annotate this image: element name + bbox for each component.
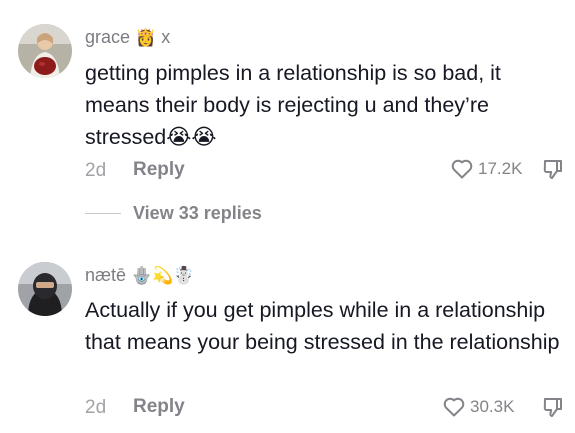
view-replies-text[interactable]: View 33 replies [133,203,262,224]
like-button[interactable]: 30.3K [442,395,514,419]
heart-icon [443,397,465,417]
reply-button[interactable]: Reply [133,159,185,181]
username[interactable]: grace 👸 x [85,27,170,48]
reply-button[interactable]: Reply [133,396,185,418]
username[interactable]: nætē 🪬💫☃️ [85,265,195,286]
comment-2: nætē 🪬💫☃️ Actually if you get pimples wh… [0,240,575,433]
dislike-button[interactable] [541,395,565,424]
like-button[interactable]: 17.2K [450,157,522,181]
username-text: grace [85,27,131,47]
comment-1: grace 👸 x getting pimples in a relations… [0,0,575,240]
avatar[interactable] [18,24,72,78]
username-emoji-icons: 🪬💫☃️ [131,266,195,286]
comment-age: 2d [85,160,107,181]
comment-text: getting pimples in a relationship is so … [85,61,501,149]
princess-emoji-icon: 👸 [135,28,157,48]
username-text: nætē [85,265,127,285]
heart-icon [451,159,473,179]
dislike-button[interactable] [541,157,565,186]
comment-age: 2d [85,397,107,418]
dislike-icon [543,160,562,179]
replies-divider [85,213,121,214]
view-replies[interactable]: View 33 replies [85,203,262,224]
avatar-image [18,24,72,78]
like-count: 30.3K [470,397,515,416]
avatar[interactable] [18,262,72,316]
username-suffix: x [161,27,171,47]
like-count: 17.2K [478,159,523,178]
avatar-image [18,262,72,316]
dislike-icon [543,398,562,417]
comment-text: Actually if you get pimples while in a r… [85,298,560,354]
